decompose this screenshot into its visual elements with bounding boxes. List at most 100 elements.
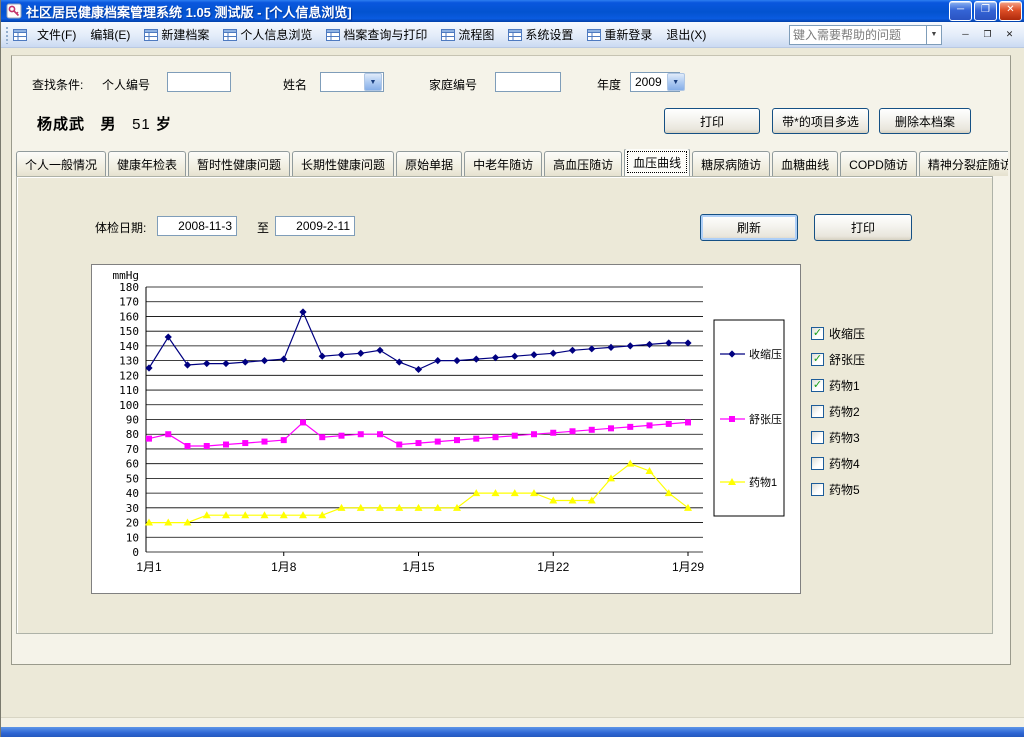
patient-summary: 杨成武 男 51 岁: [37, 113, 172, 134]
svg-text:90: 90: [126, 414, 139, 427]
patient-name: 杨成武: [37, 116, 85, 133]
svg-text:30: 30: [126, 502, 139, 515]
name-select[interactable]: ▼: [320, 72, 384, 92]
app-key-icon: [6, 3, 22, 19]
series-toggle-drug4[interactable]: 药物4: [811, 455, 860, 471]
mdi-window-controls: ─ ❐ ✕: [956, 26, 1019, 43]
checkbox-checked-icon[interactable]: ✓: [811, 327, 824, 340]
menu-item-relogin[interactable]: 重新登录: [580, 24, 659, 45]
tab-diabetes-followup[interactable]: 糖尿病随访: [692, 151, 770, 176]
tab-schizophrenia-followup[interactable]: 精神分裂症随访: [919, 151, 1008, 176]
menu-item-system-settings[interactable]: 系统设置: [501, 24, 580, 45]
tab-bp-curve[interactable]: 血压曲线: [624, 149, 690, 176]
help-search-input[interactable]: [789, 25, 926, 45]
toolbar-grip-handle[interactable]: [5, 26, 9, 44]
series-toggle-label: 药物1: [829, 377, 860, 394]
mdi-close-button[interactable]: ✕: [1000, 26, 1019, 43]
print-button[interactable]: 打印: [664, 108, 760, 134]
blood-pressure-line-chart: 0102030405060708090100110120130140150160…: [92, 265, 800, 593]
mdi-minimize-button[interactable]: ─: [956, 26, 975, 43]
svg-text:100: 100: [119, 399, 139, 412]
series-toggle-label: 药物2: [829, 403, 860, 420]
series-toggle-drug2[interactable]: 药物2: [811, 403, 860, 419]
date-from-input[interactable]: [157, 216, 237, 236]
checkbox-checked-icon[interactable]: ✓: [811, 353, 824, 366]
menu-item-flowchart[interactable]: 流程图: [434, 24, 501, 45]
form-icon: [508, 29, 522, 41]
menu-item-edit[interactable]: 编辑(E): [83, 24, 137, 45]
svg-text:10: 10: [126, 531, 139, 544]
menu-item-archive-query-print[interactable]: 档案查询与打印: [319, 24, 434, 45]
menu-item-label: 档案查询与打印: [343, 26, 427, 43]
svg-text:170: 170: [119, 296, 139, 309]
restore-button[interactable]: ❐: [974, 1, 997, 21]
series-toggle-label: 药物3: [829, 429, 860, 446]
series-toggle-drug3[interactable]: 药物3: [811, 429, 860, 445]
menu-item-new-record[interactable]: 新建档案: [137, 24, 216, 45]
menu-item-label: 流程图: [458, 26, 494, 43]
help-dropdown-arrow-icon[interactable]: ▼: [926, 25, 942, 45]
patient-age: 51: [132, 116, 151, 133]
svg-text:140: 140: [119, 340, 139, 353]
series-toggle-systolic[interactable]: ✓收缩压: [811, 325, 865, 341]
minimize-button[interactable]: ─: [949, 1, 972, 21]
menu-bar: 文件(F) 编辑(E) 新建档案个人信息浏览 档案查询与打印 流程图 系统设置重新登录退出…: [1, 22, 1024, 48]
checkbox-unchecked-icon[interactable]: [811, 457, 824, 470]
checkbox-checked-icon[interactable]: ✓: [811, 379, 824, 392]
svg-text:舒张压: 舒张压: [749, 412, 782, 426]
menu-item-exit[interactable]: 退出(X): [659, 24, 713, 45]
svg-text:40: 40: [126, 487, 139, 500]
series-toggle-label: 舒张压: [829, 351, 865, 368]
tab-glucose-curve[interactable]: 血糖曲线: [772, 151, 838, 176]
svg-text:110: 110: [119, 384, 139, 397]
tab-elderly-followup[interactable]: 中老年随访: [464, 151, 542, 176]
tab-original-documents[interactable]: 原始单据: [396, 151, 462, 176]
tab-annual-exam[interactable]: 健康年检表: [108, 151, 186, 176]
form-icon: [326, 29, 340, 41]
form-icon: [587, 29, 601, 41]
checkbox-unchecked-icon[interactable]: [811, 483, 824, 496]
name-select-arrow-icon[interactable]: ▼: [364, 73, 382, 91]
year-select[interactable]: 2009 ▼: [630, 72, 680, 92]
svg-text:80: 80: [126, 428, 139, 441]
chart-plot-area: 0102030405060708090100110120130140150160…: [113, 269, 705, 574]
tab-temporary-health-issues[interactable]: 暂时性健康问题: [188, 151, 290, 176]
form-icon: [441, 29, 455, 41]
menu-item-label: 退出(X): [666, 26, 706, 43]
series-收缩压: [145, 308, 691, 373]
panel-print-button[interactable]: 打印: [814, 214, 912, 241]
tab-copd-followup[interactable]: COPD随访: [840, 151, 917, 176]
close-button[interactable]: ✕: [999, 1, 1022, 21]
tab-longterm-health-issues[interactable]: 长期性健康问题: [292, 151, 394, 176]
tab-hypertension-followup[interactable]: 高血压随访: [544, 151, 622, 176]
year-select-arrow-icon[interactable]: ▼: [667, 73, 685, 91]
family-id-input[interactable]: [495, 72, 561, 92]
menu-item-personal-info-browse[interactable]: 个人信息浏览: [216, 24, 319, 45]
checkbox-unchecked-icon[interactable]: [811, 405, 824, 418]
svg-text:mmHg: mmHg: [113, 269, 140, 282]
mdi-restore-button[interactable]: ❐: [978, 26, 997, 43]
menu-item-label: 编辑(E): [90, 26, 130, 43]
window-title: 社区居民健康档案管理系统 1.05 测试版 - [个人信息浏览]: [26, 2, 352, 21]
personal-id-label: 个人编号: [102, 76, 150, 93]
series-toggle-drug5[interactable]: 药物5: [811, 481, 860, 497]
series-toggle-drug1[interactable]: ✓ 药物1: [811, 377, 860, 393]
series-toggle-diastolic[interactable]: ✓ 舒张压: [811, 351, 865, 367]
delete-record-button[interactable]: 删除本档案: [879, 108, 971, 134]
checkbox-unchecked-icon[interactable]: [811, 431, 824, 444]
personal-id-input[interactable]: [167, 72, 231, 92]
year-select-value: 2009: [631, 75, 666, 89]
menu-item-file[interactable]: 文件(F): [30, 24, 83, 45]
multi-select-button[interactable]: 带*的项目多选: [772, 108, 869, 134]
svg-text:120: 120: [119, 369, 139, 382]
help-search-combo: ▼: [789, 25, 942, 45]
refresh-button[interactable]: 刷新: [700, 214, 798, 241]
date-to-input[interactable]: [275, 216, 355, 236]
menu-item-label: 系统设置: [525, 26, 573, 43]
svg-text:50: 50: [126, 472, 139, 485]
chart-container: 0102030405060708090100110120130140150160…: [91, 264, 801, 594]
child-window-menu-icon[interactable]: [13, 29, 27, 41]
svg-text:130: 130: [119, 355, 139, 368]
menu-item-label: 文件(F): [37, 26, 76, 43]
tab-general-info[interactable]: 个人一般情况: [16, 151, 106, 176]
